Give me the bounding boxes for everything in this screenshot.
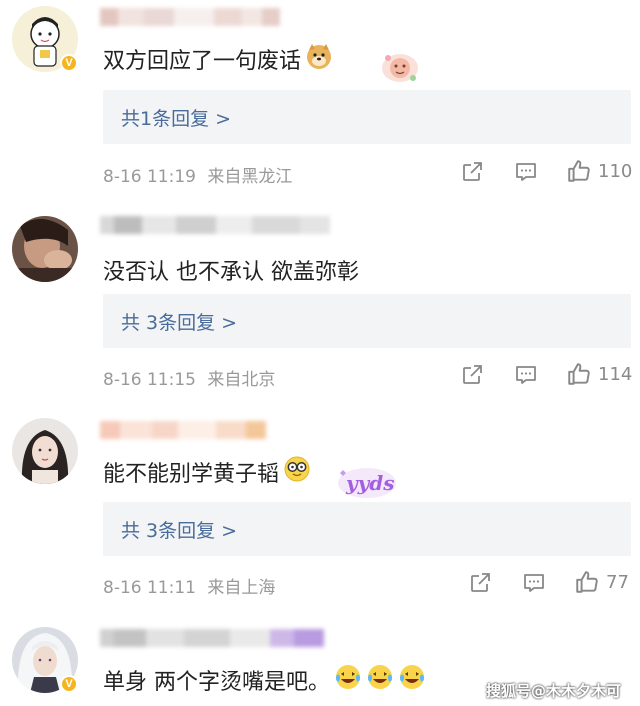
- comment-item: V 双方回应了一句废话 共1条回复 > 8-16 11:19 来自黑龙江 110: [0, 0, 640, 200]
- comment-text-row: 单身 两个字烫嘴是吧。: [103, 663, 426, 697]
- like-button[interactable]: 114: [566, 361, 632, 387]
- comment-item: 能不能别学黄子韬 yyds 共 3条回复 > 8-16 11:11 来自上海 7…: [0, 405, 640, 615]
- comment-button[interactable]: [514, 160, 538, 184]
- share-button[interactable]: [460, 160, 484, 184]
- share-icon: [471, 573, 490, 592]
- view-replies-link[interactable]: 共1条回复 >: [121, 104, 231, 131]
- watermark: 搜狐号@木木夕木可: [486, 682, 622, 700]
- thumbs-up-icon: [568, 160, 590, 182]
- comment-location: 来自上海: [207, 578, 276, 598]
- comment-text-row: 能不能别学黄子韬: [103, 455, 311, 489]
- comment-button[interactable]: [522, 571, 546, 595]
- verified-badge-icon: V: [60, 54, 78, 72]
- username-redacted: [100, 629, 324, 647]
- comment-time: 8-16 11:19: [103, 167, 196, 187]
- share-icon: [463, 162, 482, 181]
- view-replies-link[interactable]: 共 3条回复 >: [121, 516, 237, 543]
- reply-box[interactable]: 共 3条回复 >: [103, 502, 631, 556]
- laughing-tears-emoji-icon: [334, 663, 362, 697]
- thumbs-up-icon: [576, 571, 598, 593]
- share-button[interactable]: [460, 363, 484, 387]
- comment-time: 8-16 11:11: [103, 578, 196, 598]
- like-button[interactable]: 110: [566, 158, 632, 184]
- comment-meta: 8-16 11:19 来自黑龙江: [103, 162, 292, 187]
- comment-icon: [516, 366, 536, 384]
- like-count: 110: [598, 160, 633, 182]
- comment-icon: [516, 163, 536, 181]
- sticker-image: yyds: [336, 463, 398, 505]
- comment-button[interactable]: [514, 363, 538, 387]
- like-button[interactable]: 77: [574, 569, 629, 595]
- like-count: 114: [598, 363, 633, 385]
- comment-location: 来自北京: [207, 370, 276, 390]
- sticker-image: [380, 50, 420, 88]
- comment-icon: [524, 574, 544, 592]
- avatar[interactable]: [12, 418, 78, 484]
- comment-text: 没否认 也不承认 欲盖弥彰: [103, 260, 359, 285]
- comment-time: 8-16 11:15: [103, 370, 196, 390]
- comment-text: 单身 两个字烫嘴是吧。: [103, 670, 330, 695]
- nerd-glasses-emoji-icon: [283, 455, 311, 489]
- verified-badge-icon: V: [60, 675, 78, 693]
- avatar[interactable]: [12, 216, 78, 282]
- comment-item: 没否认 也不承认 欲盖弥彰 共 3条回复 > 8-16 11:15 来自北京 1…: [0, 200, 640, 405]
- share-button[interactable]: [468, 571, 492, 595]
- username-redacted: [100, 8, 280, 26]
- comment-meta: 8-16 11:11 来自上海: [103, 573, 275, 598]
- comment-meta: 8-16 11:15 来自北京: [103, 365, 275, 390]
- comment-text-row: 双方回应了一句废话: [103, 42, 333, 76]
- view-replies-link[interactable]: 共 3条回复 >: [121, 308, 237, 335]
- reply-box[interactable]: 共 3条回复 >: [103, 294, 631, 348]
- doge-emoji-icon: [305, 42, 333, 76]
- reply-box[interactable]: 共1条回复 >: [103, 90, 631, 144]
- thumbs-up-icon: [568, 363, 590, 385]
- username-redacted: [100, 421, 266, 439]
- share-icon: [463, 365, 482, 384]
- comment-text: 能不能别学黄子韬: [103, 462, 280, 487]
- laughing-tears-emoji-icon: [366, 663, 394, 697]
- laughing-tears-emoji-icon: [398, 663, 426, 697]
- comment-location: 来自黑龙江: [207, 167, 293, 187]
- comment-text: 双方回应了一句废话: [103, 49, 302, 74]
- comment-text-row: 没否认 也不承认 欲盖弥彰: [103, 254, 359, 286]
- sticker-text: yyds: [345, 471, 395, 495]
- username-redacted: [100, 216, 330, 234]
- like-count: 77: [606, 571, 629, 593]
